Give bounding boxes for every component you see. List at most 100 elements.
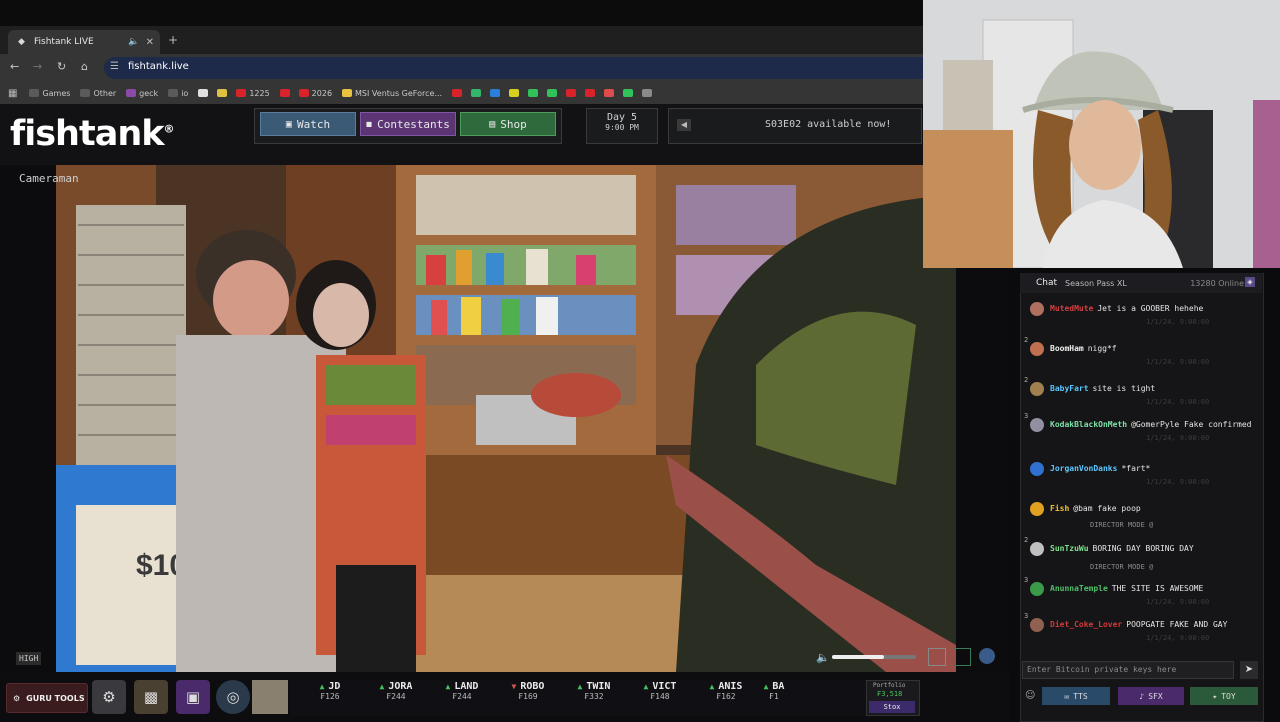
ticker-item[interactable]: ▲ VICT ₣148 <box>628 681 692 701</box>
video-stream[interactable]: $10 <box>56 165 956 672</box>
avatar[interactable] <box>1030 418 1044 432</box>
map-tool-icon[interactable]: ◎ <box>216 680 250 714</box>
bookmark-item[interactable] <box>528 89 541 97</box>
reload-icon[interactable]: ↻ <box>57 60 66 73</box>
ticker-item[interactable]: ▲ JORA ₣244 <box>364 681 428 701</box>
portfolio-widget[interactable]: Portfolio ₣3,518 Stox <box>866 680 920 716</box>
chat-username[interactable]: Diet_Coke_Lover <box>1050 620 1122 629</box>
avatar[interactable] <box>1030 342 1044 356</box>
ticker-item[interactable]: ▲ BA ₣1 <box>760 681 788 701</box>
bookmark-icon <box>452 89 463 97</box>
quality-badge[interactable]: HIGH <box>16 652 42 665</box>
bookmark-item[interactable]: io <box>168 89 188 98</box>
guru-tools-button[interactable]: ⚙ GURU TOOLS <box>6 683 88 713</box>
tab-close-icon[interactable]: ✕ <box>146 37 154 48</box>
chat-input[interactable]: Enter Bitcoin private keys here <box>1022 661 1234 679</box>
tab-mute-icon[interactable]: 🔈 <box>128 37 139 47</box>
volume-slider[interactable] <box>832 655 916 659</box>
toy-button[interactable]: ✦ TOY <box>1190 687 1258 705</box>
chat-username[interactable]: AnunnaTemple <box>1050 584 1108 593</box>
avatar[interactable] <box>1030 582 1044 596</box>
theater-mode-icon[interactable] <box>928 648 946 666</box>
browser-tab[interactable]: ◆ Fishtank LIVE 🔈 ✕ <box>8 30 160 54</box>
bookmark-item[interactable]: MSI Ventus GeForce... <box>342 89 442 98</box>
bookmark-item[interactable] <box>490 89 503 97</box>
bookmark-item[interactable] <box>471 89 484 97</box>
announcement-prev-icon[interactable]: ◀ <box>677 119 691 131</box>
ticker-item[interactable]: ▲ TWIN ₣332 <box>562 681 626 701</box>
bookmark-item[interactable] <box>585 89 598 97</box>
bookmark-item[interactable] <box>217 89 230 97</box>
tv-icon: ▣ <box>285 118 292 130</box>
chat-username[interactable]: BoomHam <box>1050 344 1084 353</box>
chat-username[interactable]: Fish <box>1050 504 1069 513</box>
bookmark-item[interactable]: 2026 <box>298 89 332 98</box>
fishtank-logo[interactable]: fishtank® <box>10 114 175 154</box>
settings-tool-icon[interactable]: ⚙ <box>92 680 126 714</box>
new-tab-button[interactable]: + <box>168 33 178 47</box>
bookmark-item[interactable]: Games <box>29 89 70 98</box>
day-clock: Day 5 9:00 PM <box>586 108 658 144</box>
bookmark-item[interactable]: geck <box>126 89 158 98</box>
avatar[interactable] <box>1030 542 1044 556</box>
inventory-tool-icon[interactable]: ▩ <box>134 680 168 714</box>
chat-title: Chat <box>1036 278 1058 288</box>
send-button[interactable]: ➤ <box>1240 661 1258 679</box>
message-timestamp: 1/1/24, 9:00:00 <box>1146 478 1210 486</box>
ticker-item[interactable]: ▲ LAND ₣244 <box>430 681 494 701</box>
chat-username[interactable]: MutedMute <box>1050 304 1093 313</box>
chat-settings-icon[interactable]: ◈ <box>1245 277 1255 287</box>
ticker-item[interactable]: ▼ ROBO ₣169 <box>496 681 560 701</box>
chat-username[interactable]: BabyFart <box>1050 384 1089 393</box>
home-icon[interactable]: ⌂ <box>81 60 88 73</box>
bookmark-item[interactable] <box>604 89 617 97</box>
address-bar[interactable]: ☰ fishtank.live <box>104 57 923 79</box>
chat-username[interactable]: SunTzuWu <box>1050 544 1089 553</box>
stox-button[interactable]: Stox <box>869 701 915 713</box>
season-pass-label[interactable]: Season Pass XL <box>1065 279 1127 288</box>
items-tool-icon[interactable]: ▣ <box>176 680 210 714</box>
bookmark-item[interactable]: 1225 <box>236 89 270 98</box>
volume-icon[interactable]: 🔈 <box>816 651 830 664</box>
chat-username[interactable]: KodakBlackOnMeth <box>1050 420 1127 429</box>
forward-icon[interactable]: → <box>33 60 42 73</box>
sfx-button[interactable]: ♪ SFX <box>1118 687 1184 705</box>
tts-button[interactable]: ✉ TTS <box>1042 687 1110 705</box>
shop-button[interactable]: ▤ Shop <box>460 112 556 136</box>
bookmark-item[interactable] <box>566 89 579 97</box>
webcam-image <box>923 0 1280 268</box>
bookmark-item[interactable] <box>623 89 636 97</box>
system-message: DIRECTOR MODE @ <box>1090 563 1154 571</box>
message-timestamp: 1/1/24, 9:00:00 <box>1146 434 1210 442</box>
back-icon[interactable]: ← <box>10 60 19 73</box>
ticker-item[interactable]: ▲ JD ₣126 <box>298 681 362 701</box>
apps-grid-icon[interactable]: ▦ <box>8 88 17 99</box>
bookmark-item[interactable] <box>279 89 293 97</box>
chat-username[interactable]: JorganVonDanks <box>1050 464 1117 473</box>
bookmark-item[interactable] <box>642 89 655 97</box>
emoji-icon[interactable]: ☺ <box>1025 690 1035 701</box>
avatar[interactable] <box>1030 302 1044 316</box>
record-icon[interactable] <box>979 648 995 664</box>
avatar[interactable] <box>1030 618 1044 632</box>
toy-label: TOY <box>1221 691 1236 701</box>
bookmark-item[interactable] <box>452 89 465 97</box>
contestants-button[interactable]: ◼ Contestants <box>360 112 456 136</box>
watch-button[interactable]: ▣ Watch <box>260 112 356 136</box>
bookmark-icon <box>198 89 209 97</box>
avatar[interactable] <box>1030 502 1044 516</box>
ticker-price: ₣126 <box>320 692 340 701</box>
bookmark-item[interactable] <box>509 89 522 97</box>
bookmark-item[interactable] <box>547 89 560 97</box>
bookmark-icon <box>279 89 290 97</box>
bookmark-item[interactable] <box>198 89 211 97</box>
fullscreen-icon[interactable] <box>953 648 971 666</box>
ticker-item[interactable]: ▲ ANIS ₣162 <box>694 681 758 701</box>
avatar[interactable] <box>1030 462 1044 476</box>
announcement-banner[interactable]: ◀ S03E02 available now! <box>668 108 922 144</box>
avatar[interactable] <box>1030 382 1044 396</box>
site-info-icon[interactable]: ☰ <box>110 61 119 72</box>
ticker-name-row: ▲ JD <box>298 681 362 692</box>
contestant-thumbnail[interactable] <box>252 680 288 714</box>
bookmark-item[interactable]: Other <box>80 89 116 98</box>
